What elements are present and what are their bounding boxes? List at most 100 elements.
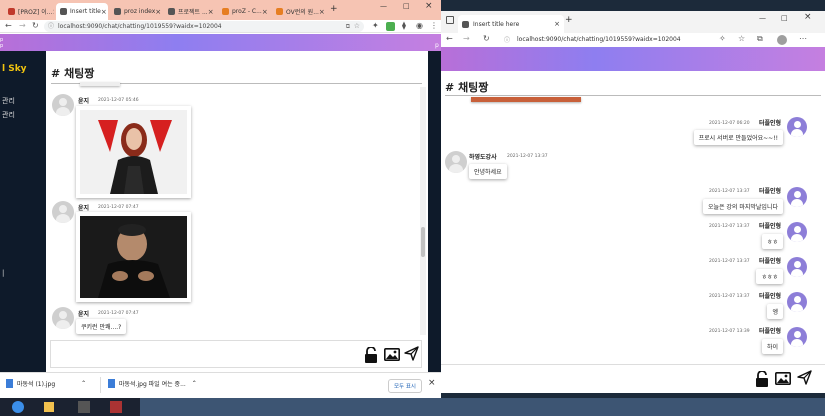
minimize-icon[interactable]: — (380, 2, 387, 10)
tab-proz-index[interactable]: proz index × (110, 3, 162, 20)
sidebar-brand: l Sky (2, 64, 27, 74)
message-time: 2021-12-07 07:47 (98, 205, 139, 210)
close-tab-icon[interactable]: × (208, 8, 214, 16)
tab-insert-title[interactable]: Insert title × (56, 3, 108, 20)
sender-name: 하영도강사 (469, 154, 497, 161)
message-input-bar (441, 364, 825, 393)
chat-title-text: 채팅짱 (458, 81, 489, 94)
tab-proz-c[interactable]: proZ - C... × (218, 3, 270, 20)
chevron-up-icon[interactable]: ⌃ (81, 380, 86, 387)
sidebar-item-manage-1[interactable]: 관리 (2, 96, 15, 106)
minimize-icon[interactable]: — (759, 14, 766, 22)
window-close-icon[interactable]: × (425, 1, 433, 11)
forward-icon[interactable]: → (19, 21, 26, 30)
reload-icon[interactable]: ↻ (32, 21, 39, 30)
url-bar[interactable]: localhost:9090/chat/chatting/1019559?wai… (517, 36, 681, 43)
close-downloads-icon[interactable]: × (428, 378, 436, 388)
message-input[interactable] (443, 368, 743, 390)
extension-icon[interactable]: ✦ (372, 21, 379, 30)
chevron-up-icon[interactable]: ⌃ (192, 380, 197, 387)
profile-icon[interactable] (777, 35, 787, 45)
forward-icon[interactable]: → (463, 34, 470, 43)
image-message[interactable] (76, 106, 191, 198)
sidebar-marker: | (2, 269, 5, 277)
puzzle-icon[interactable]: ⧫ (402, 21, 406, 30)
hash-symbol: # (445, 81, 455, 94)
star-icon[interactable]: ☆ (354, 21, 360, 32)
share-icon[interactable]: ⧉ (346, 21, 350, 32)
message-input[interactable] (53, 343, 353, 365)
photo-man (80, 216, 187, 298)
image-message[interactable] (76, 212, 191, 302)
image-icon[interactable] (775, 372, 791, 385)
sender-name: 터플인형 (759, 223, 782, 230)
download-item[interactable]: 마동석.jpg 파일 여는 중... ⌃ (108, 379, 197, 388)
show-all-button[interactable]: 모두 표시 (388, 379, 422, 393)
chat-scrollbar[interactable] (420, 87, 426, 335)
sender-name: 터플인형 (759, 293, 782, 300)
reload-icon[interactable]: ↻ (483, 34, 490, 43)
collections-icon[interactable]: ⧉ (757, 34, 763, 44)
maximize-icon[interactable]: □ (781, 14, 788, 22)
tab-favicon-icon (168, 8, 175, 15)
lock-icon[interactable] (755, 371, 769, 387)
maximize-icon[interactable]: □ (403, 2, 410, 10)
menu-icon[interactable]: ⋮ (430, 21, 438, 30)
message-time: 2021-12-07 05:46 (98, 98, 139, 103)
chat-title-text: 채팅짱 (64, 67, 95, 80)
avatar (445, 151, 467, 173)
tab-favicon-icon (462, 20, 469, 28)
avatar (787, 117, 807, 137)
send-icon[interactable] (797, 370, 812, 385)
tab-proz[interactable]: [PROZ] 이... × (4, 3, 54, 20)
back-icon[interactable]: ← (446, 34, 453, 43)
back-icon[interactable]: ← (5, 21, 12, 30)
sender-name: 터플인형 (759, 120, 782, 127)
tab-project[interactable]: 프로젝트 ... × (164, 3, 216, 20)
avatar (52, 201, 74, 223)
tab-ov[interactable]: OV런의 원... × (272, 3, 324, 20)
read-aloud-icon[interactable]: ✧ (719, 34, 726, 43)
close-tab-icon[interactable]: × (262, 8, 268, 16)
hash-symbol: # (51, 67, 61, 80)
menu-icon[interactable]: ⋯ (799, 34, 807, 43)
profile-extension-icon[interactable] (386, 22, 395, 31)
avatar (787, 187, 807, 207)
close-tab-icon[interactable]: × (101, 8, 107, 16)
message-time: 2021-12-07 13:37 (709, 294, 750, 299)
close-tab-icon[interactable]: × (554, 20, 560, 28)
close-tab-icon[interactable]: × (155, 8, 161, 16)
sender-name: 터플인형 (759, 258, 782, 265)
url-bar[interactable]: ⓘ localhost:9090/chat/chatting/1019559?w… (44, 21, 364, 32)
window-close-icon[interactable]: × (804, 12, 812, 22)
file-explorer-icon[interactable] (44, 402, 54, 412)
chat-title: # 채팅짱 (445, 79, 488, 95)
app-icon[interactable] (78, 401, 90, 413)
send-icon[interactable] (404, 346, 419, 361)
sender-name: 윤지 (78, 311, 90, 318)
new-tab-button[interactable]: + (330, 4, 338, 14)
sender-name: 윤지 (78, 98, 90, 105)
address-row: ← → ↻ ⓘ localhost:9090/chat/chatting/101… (441, 33, 825, 47)
left-browser-window: [PROZ] 이... × Insert title × proz index … (0, 0, 441, 398)
image-icon[interactable] (384, 348, 400, 361)
download-item[interactable]: 마동석 (1).jpg ⌃ (6, 379, 86, 388)
lock-icon[interactable] (364, 347, 378, 363)
app-icon-2[interactable] (110, 401, 122, 413)
divider (100, 377, 101, 393)
close-tab-icon[interactable]: × (319, 8, 324, 16)
previous-message-fragment (80, 82, 120, 86)
message-bubble: 하이 (761, 339, 783, 354)
star-icon[interactable]: ☆ (738, 34, 745, 43)
profile-icon[interactable]: ◉ (416, 21, 423, 30)
tab-actions-icon[interactable] (446, 16, 454, 24)
tab-favicon-icon (114, 8, 121, 15)
message-bubble: ㅎㅎ (761, 234, 783, 249)
message-bubble: ㅎㅎㅎ (756, 269, 783, 284)
start-icon[interactable] (12, 401, 24, 413)
tab-insert-title[interactable]: Insert title here × (458, 15, 564, 33)
close-tab-icon[interactable]: × (52, 8, 54, 16)
new-tab-button[interactable]: + (565, 15, 573, 25)
sidebar-item-manage-2[interactable]: 관리 (2, 110, 15, 120)
scroll-thumb[interactable] (421, 227, 425, 257)
